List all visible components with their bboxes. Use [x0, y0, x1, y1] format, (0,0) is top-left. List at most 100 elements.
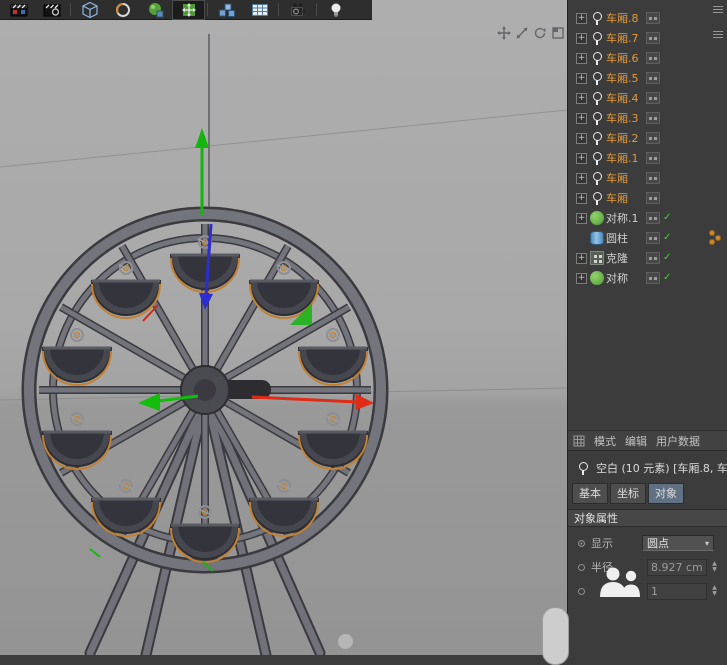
- wire-cube-icon[interactable]: [74, 1, 105, 19]
- expand-toggle-icon[interactable]: +: [576, 213, 587, 224]
- visibility-toggle-icon[interactable]: [646, 72, 660, 84]
- visibility-toggle-icon[interactable]: [646, 32, 660, 44]
- menu-edit[interactable]: 编辑: [625, 433, 647, 449]
- expand-toggle-icon[interactable]: +: [576, 33, 587, 44]
- render-settings-icon[interactable]: [36, 1, 67, 19]
- null-object-icon[interactable]: [590, 11, 604, 25]
- object-row[interactable]: 圆柱 ✓: [568, 228, 727, 248]
- display-dropdown[interactable]: 圆点 ▾: [642, 535, 714, 551]
- value-stepper[interactable]: ▲ ▼: [709, 561, 720, 573]
- object-row[interactable]: +车厢.4: [568, 88, 727, 108]
- menu-grid-icon[interactable]: [573, 435, 585, 447]
- null-object-icon[interactable]: [590, 191, 604, 205]
- object-label[interactable]: 车厢.1: [606, 150, 639, 166]
- object-label[interactable]: 克隆: [606, 250, 628, 266]
- object-row[interactable]: +车厢.3: [568, 108, 727, 128]
- expand-toggle-icon[interactable]: +: [576, 273, 587, 284]
- object-row[interactable]: + 对称 ✓: [568, 268, 727, 288]
- visibility-toggle-icon[interactable]: [646, 172, 660, 184]
- menu-userdata[interactable]: 用户数据: [656, 433, 700, 449]
- object-row[interactable]: +车厢.2: [568, 128, 727, 148]
- object-row[interactable]: + 车厢.5: [568, 68, 727, 88]
- tab-object[interactable]: 对象: [648, 483, 684, 504]
- visibility-toggle-icon[interactable]: [646, 252, 660, 264]
- null-object-icon[interactable]: [590, 71, 604, 85]
- step-down-icon[interactable]: ▼: [712, 591, 717, 597]
- null-object-icon[interactable]: [590, 111, 604, 125]
- object-label[interactable]: 车厢.4: [606, 90, 639, 106]
- object-row[interactable]: +车厢: [568, 168, 727, 188]
- keyframe-dot-icon[interactable]: [578, 588, 585, 595]
- scroll-handle[interactable]: [542, 607, 569, 665]
- object-row[interactable]: + 车厢.7: [568, 28, 727, 48]
- null-object-icon[interactable]: [590, 171, 604, 185]
- object-label[interactable]: 车厢.3: [606, 110, 639, 126]
- visibility-toggle-icon[interactable]: [646, 52, 660, 64]
- tab-basic[interactable]: 基本: [572, 483, 608, 504]
- object-label[interactable]: 圆柱: [606, 230, 628, 246]
- expand-toggle-icon[interactable]: +: [576, 253, 587, 264]
- visibility-toggle-icon[interactable]: [646, 232, 660, 244]
- visibility-toggle-icon[interactable]: [646, 92, 660, 104]
- enabled-check-icon[interactable]: ✓: [663, 273, 671, 283]
- dolly-view-icon[interactable]: [515, 26, 529, 40]
- null-object-icon[interactable]: [590, 51, 604, 65]
- visibility-toggle-icon[interactable]: [646, 212, 660, 224]
- material-dots-icon[interactable]: [708, 230, 724, 246]
- expand-toggle-icon[interactable]: +: [576, 73, 587, 84]
- visibility-toggle-icon[interactable]: [646, 132, 660, 144]
- object-label[interactable]: 车厢.5: [606, 70, 639, 86]
- cylinder-object-icon[interactable]: [590, 231, 604, 245]
- toggle-view-icon[interactable]: [551, 26, 565, 40]
- grid-plane-icon[interactable]: [244, 1, 275, 19]
- expand-toggle-icon[interactable]: +: [576, 173, 587, 184]
- render-view-icon[interactable]: [3, 1, 34, 19]
- keyframe-dot-icon[interactable]: [578, 540, 585, 547]
- visibility-toggle-icon[interactable]: [646, 272, 660, 284]
- object-label[interactable]: 车厢.6: [606, 50, 639, 66]
- sphere-primitive-icon[interactable]: [140, 1, 171, 19]
- symmetry-object-icon[interactable]: [590, 271, 604, 285]
- light-bulb-icon[interactable]: [320, 1, 351, 19]
- null-object-icon[interactable]: [590, 31, 604, 45]
- enabled-check-icon[interactable]: ✓: [663, 253, 671, 263]
- radius-field[interactable]: 8.927 cm: [647, 559, 707, 576]
- object-label[interactable]: 车厢.7: [606, 30, 639, 46]
- enabled-check-icon[interactable]: ✓: [663, 213, 671, 223]
- object-label[interactable]: 对称: [606, 270, 628, 286]
- object-label[interactable]: 对称.1: [606, 210, 639, 226]
- object-row[interactable]: +车厢.8: [568, 8, 727, 28]
- array-objects-icon[interactable]: [211, 1, 242, 19]
- object-row[interactable]: + 对称.1 ✓: [568, 208, 727, 228]
- value-stepper[interactable]: ▲ ▼: [709, 585, 720, 597]
- cloner-object-icon[interactable]: [590, 251, 604, 265]
- step-down-icon[interactable]: ▼: [712, 567, 717, 573]
- aspect-field[interactable]: 1: [647, 583, 707, 600]
- expand-toggle-icon[interactable]: +: [576, 153, 587, 164]
- object-row[interactable]: + 车厢.1: [568, 148, 727, 168]
- ferris-wheel-model[interactable]: [29, 214, 381, 655]
- expand-toggle-icon[interactable]: +: [576, 53, 587, 64]
- visibility-toggle-icon[interactable]: [646, 12, 660, 24]
- expand-toggle-icon[interactable]: +: [576, 133, 587, 144]
- viewport-canvas[interactable]: [0, 0, 567, 655]
- rotate-view-icon[interactable]: [533, 26, 547, 40]
- panel-menu-icon[interactable]: [713, 29, 723, 39]
- keyframe-dot-icon[interactable]: [578, 564, 585, 571]
- expand-toggle-icon[interactable]: +: [576, 13, 587, 24]
- object-row[interactable]: + 克隆 ✓: [568, 248, 727, 268]
- panel-menu-icon[interactable]: [713, 4, 723, 14]
- null-object-icon[interactable]: [590, 131, 604, 145]
- menu-mode[interactable]: 模式: [594, 433, 616, 449]
- tab-coordinates[interactable]: 坐标: [610, 483, 646, 504]
- visibility-toggle-icon[interactable]: [646, 112, 660, 124]
- rotate-ring-icon[interactable]: [107, 1, 138, 19]
- visibility-toggle-icon[interactable]: [646, 192, 660, 204]
- object-row[interactable]: +车厢: [568, 188, 727, 208]
- move-object-icon[interactable]: [173, 1, 204, 19]
- expand-toggle-icon[interactable]: +: [576, 193, 587, 204]
- enabled-check-icon[interactable]: ✓: [663, 233, 671, 243]
- null-object-icon[interactable]: [590, 151, 604, 165]
- viewport[interactable]: [0, 0, 567, 655]
- object-row[interactable]: + 车厢.6: [568, 48, 727, 68]
